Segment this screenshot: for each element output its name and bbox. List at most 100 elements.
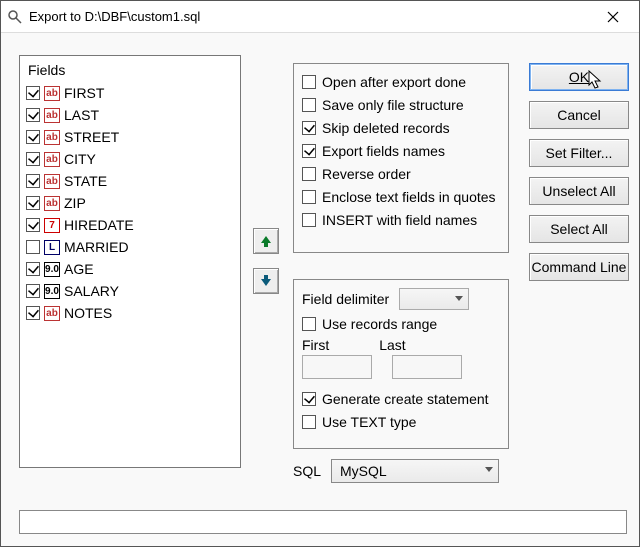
field-name-label: LAST bbox=[64, 107, 99, 123]
option-checkbox[interactable] bbox=[302, 190, 316, 204]
field-name-label: HIREDATE bbox=[64, 217, 134, 233]
sql-value: MySQL bbox=[340, 463, 387, 479]
field-row[interactable]: abCITY bbox=[26, 148, 234, 170]
field-delimiter-combo[interactable] bbox=[399, 288, 469, 310]
use-records-range-checkbox[interactable] bbox=[302, 317, 316, 331]
option-label: INSERT with field names bbox=[322, 212, 477, 228]
field-row[interactable]: ab STATE bbox=[26, 170, 234, 192]
datatype-icon: ab bbox=[44, 196, 60, 211]
field-name-label: NOTES bbox=[64, 305, 112, 321]
datatype-icon: ab bbox=[44, 306, 60, 321]
field-checkbox[interactable] bbox=[26, 86, 40, 100]
field-checkbox[interactable] bbox=[26, 218, 40, 232]
field-name-label: MARRIED bbox=[64, 239, 129, 255]
option-label: Export fields names bbox=[322, 143, 445, 159]
datatype-icon: 9.0 bbox=[44, 262, 60, 277]
option-label: Skip deleted records bbox=[322, 120, 450, 136]
export-options-group: Open after export done Save only file str… bbox=[293, 63, 509, 253]
option-row: Export fields names bbox=[302, 139, 500, 162]
field-name-label: ZIP bbox=[64, 195, 86, 211]
option-checkbox[interactable] bbox=[302, 144, 316, 158]
option-row: Open after export done bbox=[302, 70, 500, 93]
datatype-icon: L bbox=[44, 240, 60, 255]
use-text-type-label: Use TEXT type bbox=[322, 414, 416, 430]
window-title: Export to D:\DBF\custom1.sql bbox=[29, 9, 593, 24]
field-name-label: STREET bbox=[64, 129, 119, 145]
field-checkbox[interactable] bbox=[26, 130, 40, 144]
datatype-icon: 7 bbox=[44, 218, 60, 233]
option-label: Enclose text fields in quotes bbox=[322, 189, 496, 205]
field-checkbox[interactable] bbox=[26, 108, 40, 122]
datatype-icon: ab bbox=[44, 86, 60, 101]
field-name-label: SALARY bbox=[64, 283, 119, 299]
last-label: Last bbox=[379, 337, 405, 353]
ok-button[interactable]: OK bbox=[529, 63, 629, 91]
chevron-down-icon bbox=[485, 467, 493, 472]
option-checkbox[interactable] bbox=[302, 98, 316, 112]
field-delimiter-label: Field delimiter bbox=[302, 291, 389, 307]
field-checkbox[interactable] bbox=[26, 174, 40, 188]
sql-label: SQL bbox=[293, 463, 321, 479]
field-row[interactable]: ab ZIP bbox=[26, 192, 234, 214]
generate-create-checkbox[interactable] bbox=[302, 392, 316, 406]
field-checkbox[interactable] bbox=[26, 240, 40, 254]
first-label: First bbox=[302, 337, 329, 353]
field-name-label: AGE bbox=[64, 261, 94, 277]
first-input[interactable] bbox=[302, 355, 372, 379]
option-label: Reverse order bbox=[322, 166, 411, 182]
use-text-type-checkbox[interactable] bbox=[302, 415, 316, 429]
field-checkbox[interactable] bbox=[26, 262, 40, 276]
option-row: Save only file structure bbox=[302, 93, 500, 116]
option-checkbox[interactable] bbox=[302, 75, 316, 89]
set-filter-button[interactable]: Set Filter... bbox=[529, 139, 629, 167]
option-checkbox[interactable] bbox=[302, 121, 316, 135]
datatype-icon: 9.0 bbox=[44, 284, 60, 299]
unselect-all-button[interactable]: Unselect All bbox=[529, 177, 629, 205]
field-checkbox[interactable] bbox=[26, 152, 40, 166]
app-icon bbox=[7, 9, 23, 25]
cancel-button[interactable]: Cancel bbox=[529, 101, 629, 129]
generate-create-label: Generate create statement bbox=[322, 391, 489, 407]
field-row[interactable]: 9.0 AGE bbox=[26, 258, 234, 280]
option-row: Skip deleted records bbox=[302, 116, 500, 139]
field-row[interactable]: 7 HIREDATE bbox=[26, 214, 234, 236]
field-checkbox[interactable] bbox=[26, 196, 40, 210]
field-row[interactable]: ab LAST bbox=[26, 104, 234, 126]
delimiter-group: Field delimiter Use records range First … bbox=[293, 279, 509, 449]
option-checkbox[interactable] bbox=[302, 167, 316, 181]
field-name-label: STATE bbox=[64, 173, 107, 189]
field-row[interactable]: ab NOTES bbox=[26, 302, 234, 324]
option-row: Reverse order bbox=[302, 162, 500, 185]
command-line-button[interactable]: Command Line bbox=[529, 253, 629, 281]
status-input[interactable] bbox=[19, 510, 627, 534]
cursor-icon bbox=[588, 70, 606, 92]
field-row[interactable]: abSTREET bbox=[26, 126, 234, 148]
option-row: Enclose text fields in quotes bbox=[302, 185, 500, 208]
field-checkbox[interactable] bbox=[26, 306, 40, 320]
option-row: INSERT with field names bbox=[302, 208, 500, 231]
title-bar: Export to D:\DBF\custom1.sql bbox=[1, 1, 639, 33]
select-all-button[interactable]: Select All bbox=[529, 215, 629, 243]
field-row[interactable]: 9.0 SALARY bbox=[26, 280, 234, 302]
ok-label: OK bbox=[569, 69, 589, 85]
field-row[interactable]: ab FIRST bbox=[26, 82, 234, 104]
field-row[interactable]: L MARRIED bbox=[26, 236, 234, 258]
datatype-icon: ab bbox=[44, 174, 60, 189]
sql-row: SQL MySQL bbox=[293, 459, 499, 483]
option-label: Open after export done bbox=[322, 74, 466, 90]
fields-title: Fields bbox=[28, 62, 234, 78]
field-name-label: FIRST bbox=[64, 85, 104, 101]
close-button[interactable] bbox=[593, 3, 633, 31]
move-up-button[interactable] bbox=[253, 228, 279, 254]
export-dialog: Export to D:\DBF\custom1.sql Fields ab FI… bbox=[0, 0, 640, 547]
sql-combo[interactable]: MySQL bbox=[331, 459, 499, 483]
datatype-icon: ab bbox=[44, 108, 60, 123]
field-name-label: CITY bbox=[64, 151, 96, 167]
last-input[interactable] bbox=[392, 355, 462, 379]
button-column: OK Cancel Set Filter... Unselect All Sel… bbox=[529, 63, 629, 281]
option-checkbox[interactable] bbox=[302, 213, 316, 227]
move-down-button[interactable] bbox=[253, 268, 279, 294]
field-checkbox[interactable] bbox=[26, 284, 40, 298]
option-label: Save only file structure bbox=[322, 97, 464, 113]
use-records-range-label: Use records range bbox=[322, 316, 437, 332]
